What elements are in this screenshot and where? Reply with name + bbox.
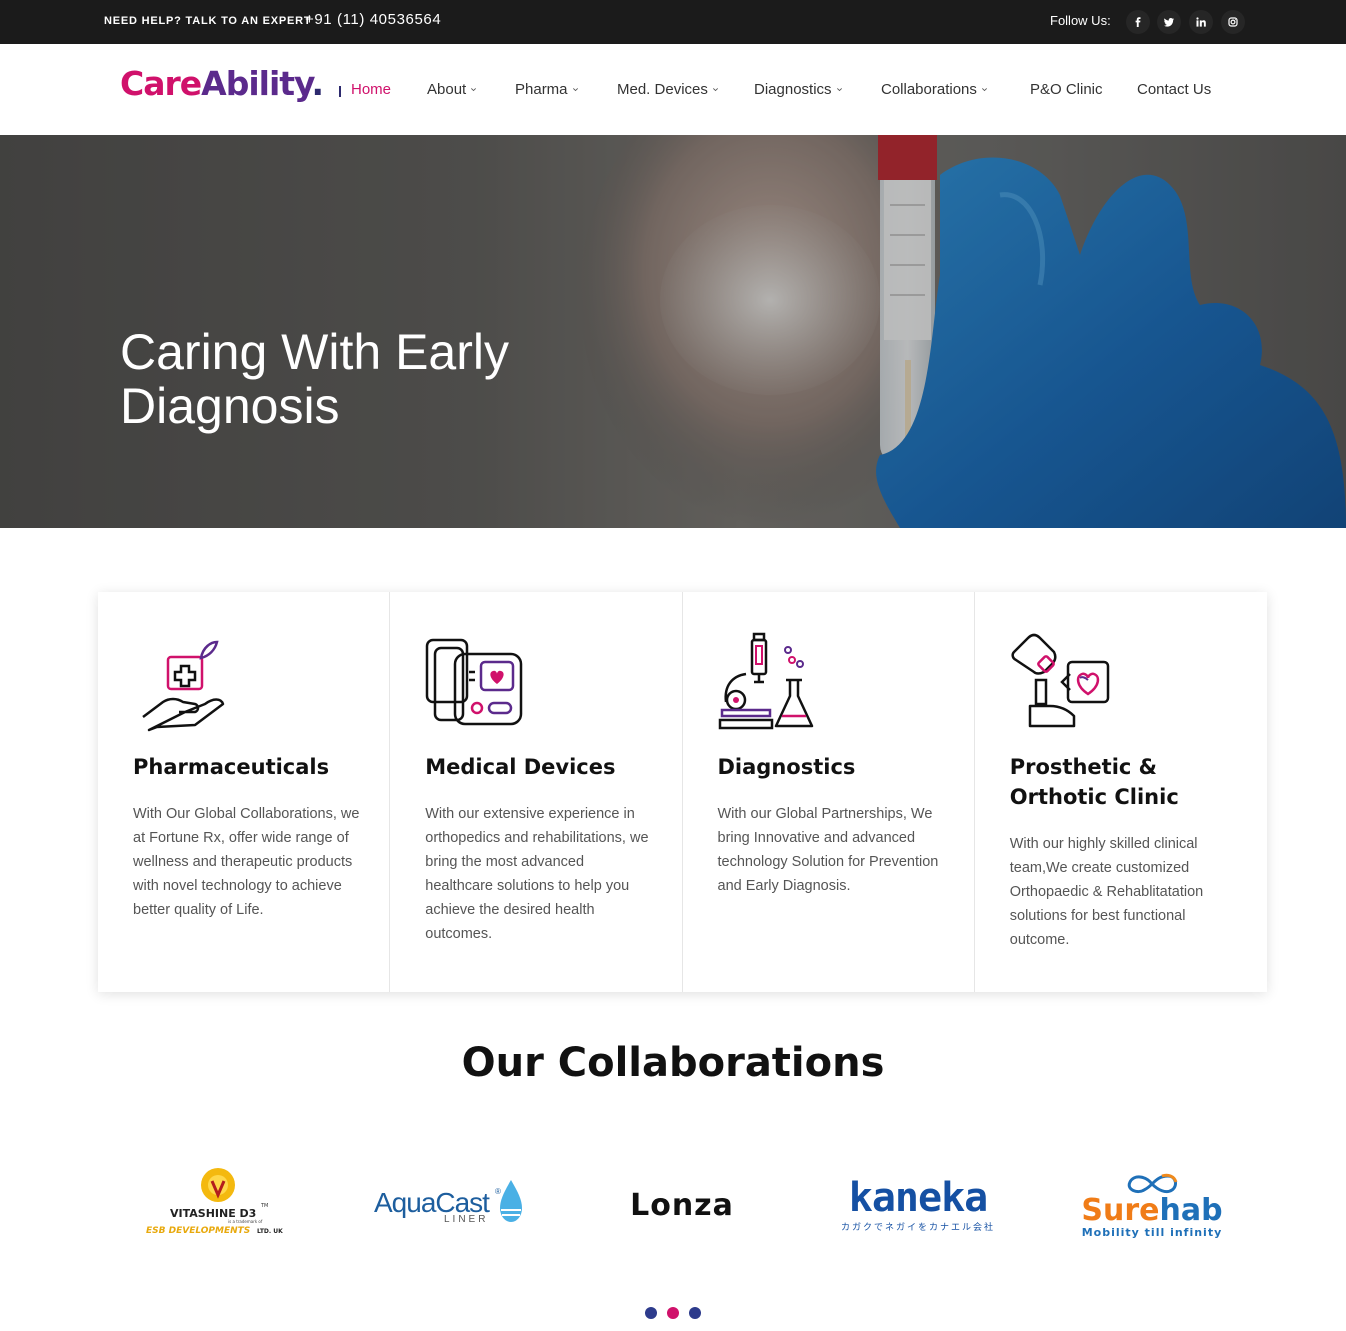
vitashine-esb: ESB DEVELOPMENTS [146,1226,250,1236]
aquacast-reg: ® [495,1187,501,1196]
nav-collaborations[interactable]: Collaborations [881,81,988,98]
service-card-diagnostics[interactable]: Diagnostics With our Global Partnerships… [683,592,975,992]
main-header: CareAbility. Home About Pharma Med. Devi… [0,44,1346,135]
pager-dot-1[interactable] [645,1307,657,1319]
carousel-pager [0,1307,1346,1319]
service-description: With our highly skilled clinical team,We… [1009,836,1204,948]
nav-contact-us-label: Contact Us [1137,81,1212,98]
surehab-hab: hab [1159,1192,1223,1228]
hero-banner: Caring With Early Diagnosis [0,135,1346,528]
chevron-down-icon [981,88,987,92]
service-title: Pharmaceuticals [133,755,330,779]
chevron-down-icon [712,88,718,92]
nav-pharma-label: Pharma [515,81,568,98]
nav-home[interactable]: Home [351,81,391,98]
nav-about[interactable]: About [427,81,477,98]
lonza-name: Lonza [630,1187,734,1223]
twitter-icon[interactable] [1157,10,1181,34]
service-card-medical-devices[interactable]: Medical Devices With our extensive exper… [390,592,683,992]
chevron-down-icon [471,88,477,92]
aquacast-logo: AquaCast ® LINER [374,1180,522,1225]
linkedin-icon[interactable] [1189,10,1213,34]
kaneka-name: kaneka [848,1174,988,1221]
nav-contact-us[interactable]: Contact Us [1137,81,1211,98]
service-title: Medical Devices [425,755,616,779]
vitashine-trademark-note: is a trademark of [228,1219,263,1224]
nav-active-marker [339,86,341,97]
nav-med-devices[interactable]: Med. Devices [617,81,719,98]
nav-about-label: About [427,81,467,98]
partner-logo-lonza[interactable]: Lonza [612,1160,752,1250]
nav-po-clinic-label: P&O Clinic [1030,81,1103,98]
surehab-tagline: Mobility till infinity [1081,1225,1223,1239]
kaneka-tagline: カガクでネガイをカナエル会社 [840,1222,995,1233]
careability-logo[interactable]: CareAbility. [120,64,325,103]
prosthetic-icon [1011,633,1109,728]
collaborations-title: Our Collaborations [461,1040,885,1086]
service-description: With Our Global Collaborations, we at Fo… [133,806,360,918]
help-text: NEED HELP? TALK TO AN EXPERT [104,15,312,27]
logo-text-ability: Ability [201,64,312,103]
nav-collaborations-label: Collaborations [881,81,977,98]
microscope-icon [718,632,813,730]
follow-label: Follow Us: [1050,13,1111,28]
pager-dot-3[interactable] [689,1307,701,1319]
chevron-down-icon [572,88,578,92]
nav-po-clinic[interactable]: P&O Clinic [1030,81,1103,98]
service-description: With our extensive experience in orthope… [425,806,649,942]
nav-diagnostics-label: Diagnostics [754,81,832,98]
hero-title: Caring With Early Diagnosis [120,324,509,434]
facebook-icon[interactable] [1126,10,1150,34]
top-bar: NEED HELP? TALK TO AN EXPERT +91 (11) 40… [0,0,1346,44]
service-card-pharmaceuticals[interactable]: Pharmaceuticals With Our Global Collabor… [98,592,391,992]
service-card-prosthetic-orthotic[interactable]: Prosthetic & Orthotic Clinic With our hi… [975,592,1267,992]
chevron-down-icon [836,88,842,92]
vitashine-tm: TM [260,1203,268,1209]
partner-logo-surehab[interactable]: Surehab Mobility till infinity [1072,1160,1232,1250]
partner-logo-aquacast[interactable]: AquaCast ® LINER [370,1160,530,1250]
logo-dot: . [311,64,325,103]
service-title: Diagnostics [717,755,856,779]
vitashine-ltd: LTD. UK [257,1228,283,1235]
surehab-wordmark: Surehab [1081,1192,1223,1228]
partner-logo-kaneka[interactable]: kaneka カガクでネガイをカナエル会社 [838,1160,998,1250]
hand-medicine-icon [142,640,225,732]
service-title: Prosthetic & Orthotic Clinic [1009,755,1179,809]
surehab-sure: Sure [1081,1192,1160,1228]
partner-logo-vitashine[interactable]: TM VITASHINE D3 is a trademark of ESB DE… [140,1160,295,1250]
aquacast-liner: LINER [444,1214,488,1225]
vitashine-logo: TM VITASHINE D3 is a trademark of ESB DE… [146,1168,283,1236]
phone-link[interactable]: +91 (11) 40536564 [305,11,441,28]
logo-text-care: Care [120,64,202,103]
nav-pharma[interactable]: Pharma [515,81,579,98]
services-section: Pharmaceuticals With Our Global Collabor… [98,592,1267,992]
service-description: With our Global Partnerships, We bring I… [717,806,939,894]
medical-device-icon [426,638,523,726]
pager-dot-2[interactable] [667,1307,679,1319]
nav-home-label: Home [351,81,392,98]
nav-med-devices-label: Med. Devices [617,81,708,98]
nav-diagnostics[interactable]: Diagnostics [754,81,843,98]
instagram-icon[interactable] [1221,10,1245,34]
